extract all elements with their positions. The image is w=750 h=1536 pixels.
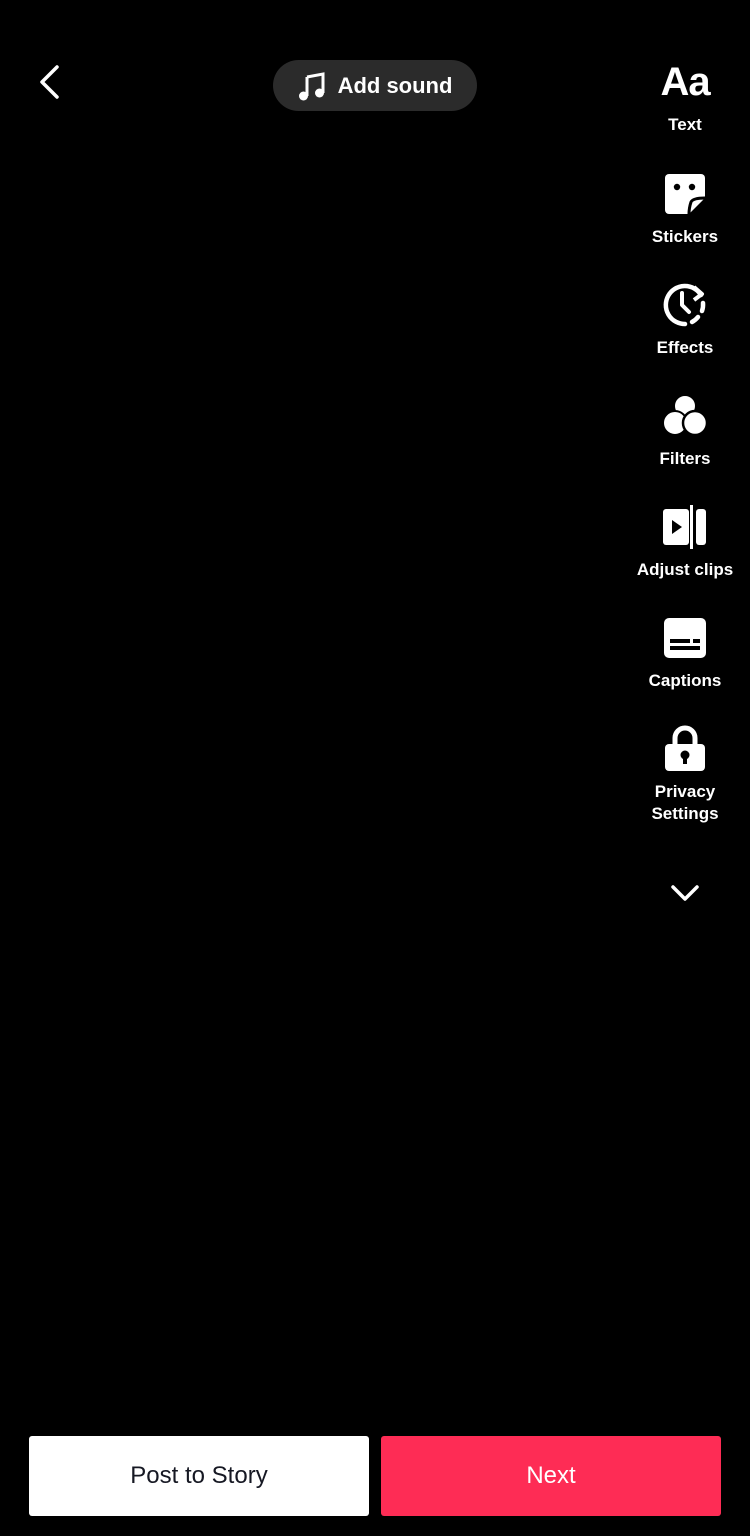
- tool-effects[interactable]: Effects: [620, 281, 750, 359]
- tool-privacy-settings[interactable]: Privacy Settings: [620, 725, 750, 825]
- tool-text-label: Text: [668, 115, 702, 134]
- tool-captions-label: Captions: [648, 671, 722, 690]
- next-button[interactable]: Next: [381, 1436, 721, 1516]
- tool-filters-label: Filters: [659, 449, 711, 468]
- tool-text[interactable]: Aa Text: [620, 58, 750, 136]
- adjust-clips-icon: [661, 503, 709, 551]
- add-sound-label: Add sound: [337, 72, 453, 98]
- chevron-left-icon: [40, 65, 59, 99]
- filters-circles-icon: [661, 392, 709, 440]
- tool-captions[interactable]: Captions: [620, 614, 750, 692]
- lock-icon: [661, 725, 709, 773]
- tool-filters[interactable]: Filters: [620, 392, 750, 470]
- add-sound-button[interactable]: Add sound: [273, 60, 477, 111]
- music-note-icon: [298, 71, 325, 100]
- more-tools-button[interactable]: [665, 876, 705, 910]
- tool-adjust-clips[interactable]: Adjust clips: [620, 503, 750, 581]
- tool-stickers-label: Stickers: [651, 227, 719, 246]
- text-aa-icon: Aa: [660, 60, 710, 104]
- captions-icon: [661, 614, 709, 662]
- effects-clock-icon: [661, 281, 709, 329]
- tool-privacy-label: Privacy Settings: [651, 782, 719, 823]
- chevron-down-icon: [671, 885, 699, 901]
- tool-stickers[interactable]: Stickers: [620, 170, 750, 248]
- tool-adjust-clips-label: Adjust clips: [636, 560, 734, 579]
- sticker-icon: [661, 170, 709, 218]
- tool-effects-label: Effects: [656, 338, 714, 357]
- post-to-story-button[interactable]: Post to Story: [29, 1436, 369, 1516]
- back-button[interactable]: [30, 60, 70, 104]
